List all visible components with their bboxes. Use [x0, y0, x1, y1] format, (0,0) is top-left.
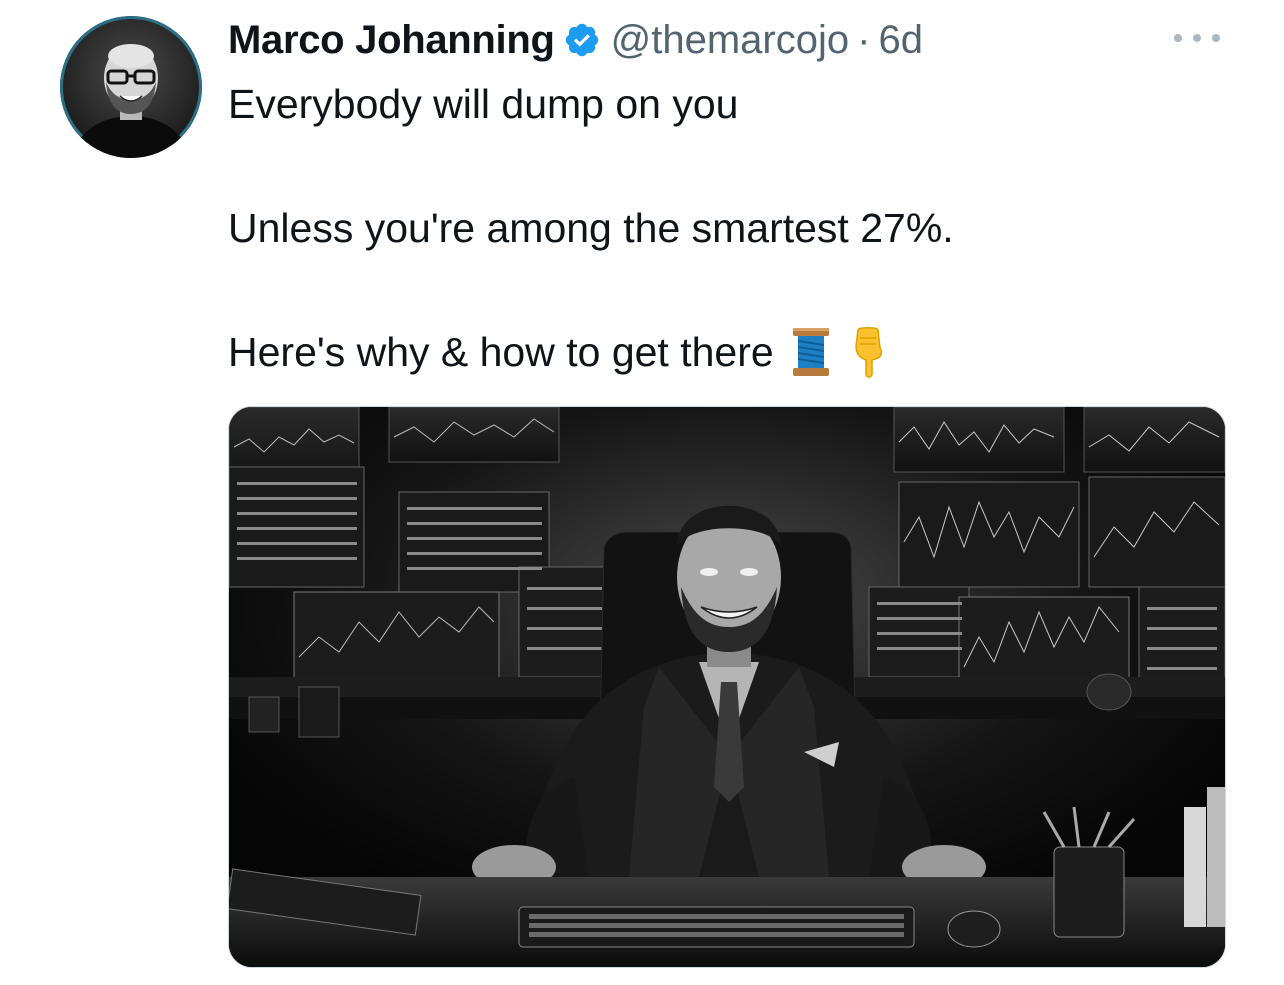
author-avatar[interactable]: [60, 16, 202, 158]
tweet[interactable]: Marco Johanning @themarcojo · 6d Everybo…: [0, 0, 1284, 985]
spool-of-thread-icon: [790, 326, 832, 378]
tweet-text-line: Everybody will dump on you: [228, 81, 739, 127]
tweet-text-line: Here's why & how to get there: [228, 326, 890, 378]
tweet-timestamp[interactable]: 6d: [878, 18, 923, 63]
header-separator: ·: [857, 17, 871, 62]
more-options-button[interactable]: [1174, 30, 1220, 46]
tweet-media-image[interactable]: [228, 406, 1226, 968]
tweet-text-line: Unless you're among the smartest 27%.: [228, 205, 954, 251]
tweet-header: Marco Johanning @themarcojo · 6d: [228, 14, 923, 66]
verified-badge-icon[interactable]: [563, 21, 601, 59]
pointing-down-hand-icon: [848, 326, 890, 378]
author-handle[interactable]: @themarcojo: [611, 18, 849, 63]
author-display-name[interactable]: Marco Johanning: [228, 18, 555, 63]
monitor-wall-right: [868, 407, 1225, 688]
more-horizontal-icon: [1174, 34, 1182, 42]
tweet-text-content: Here's why & how to get there: [228, 329, 774, 375]
profile-photo-icon: [70, 44, 192, 158]
trader-desk-illustration: [229, 407, 1225, 967]
